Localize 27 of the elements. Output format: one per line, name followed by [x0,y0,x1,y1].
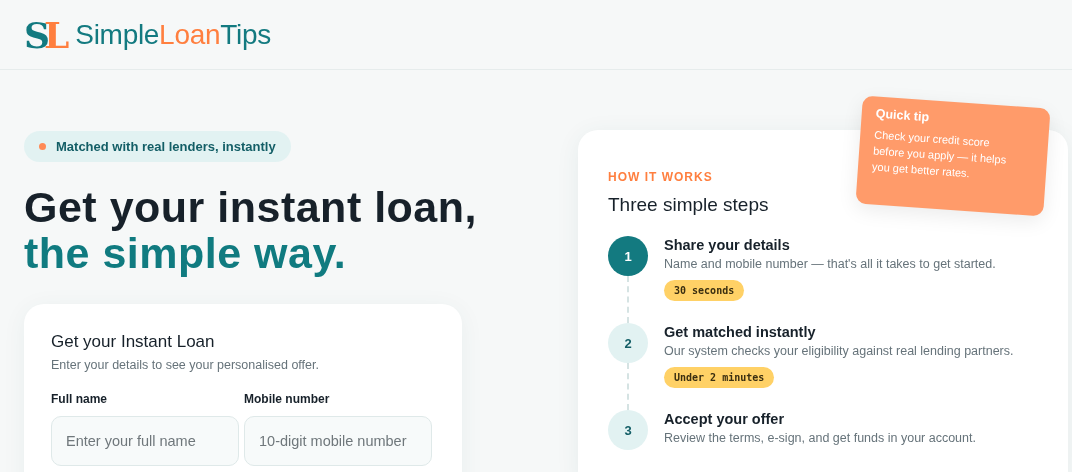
form-title: Get your Instant Loan [51,332,216,352]
input-field[interactable]: 10-digit mobile number [244,416,432,466]
time-tag: 30 seconds [664,280,745,301]
step-title: Share your details [664,237,790,253]
status-dot [39,143,46,150]
headline-accent: the simple way. [24,230,347,276]
brand-name[interactable]: SimpleLoanTips [75,18,271,51]
field-label: Full name [51,392,107,406]
section-title: Three simple steps [608,194,769,216]
step-description: Review the terms, e-sign, and get funds in your account. [664,431,976,445]
logo-icon: SL [24,16,70,53]
badge-text: Matched with real lenders, instantly [56,139,276,154]
field-label: Mobile number [244,392,330,406]
form-subtitle: Enter your details to see your personalised offer. [51,358,320,372]
step-title: Get matched instantly [664,324,816,340]
step-number: 1 [608,236,648,276]
section-eyebrow: HOW IT WORKS [608,170,713,184]
time-tag: Under 2 minutes [664,367,775,388]
input-field[interactable]: Enter your full name [51,416,239,466]
step-description: Name and mobile number — that's all it takes to get started. [664,257,996,271]
step-title: Accept your offer [664,411,785,427]
step-number: 2 [608,323,648,363]
headline: Get your instant loan, [24,184,477,230]
tip-title: Quick tip [875,106,931,127]
step-number: 3 [608,410,648,450]
step-description: Our system checks your eligibility against real lending partners. [664,344,1014,358]
tip-text: Check your credit score before you apply — it helps you get better rates. [871,127,1008,182]
